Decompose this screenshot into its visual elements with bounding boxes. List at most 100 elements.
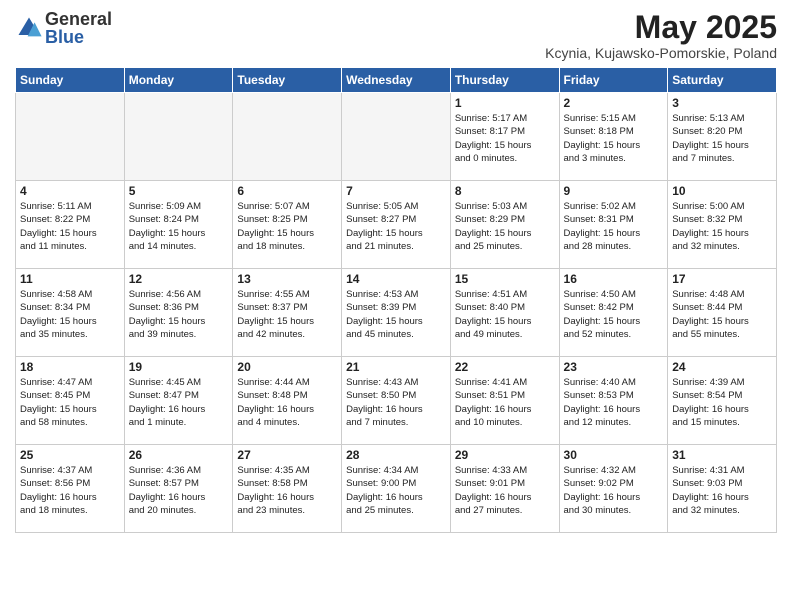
header-tuesday: Tuesday xyxy=(233,68,342,93)
day-number: 18 xyxy=(20,360,120,374)
day-number: 10 xyxy=(672,184,772,198)
day-number: 15 xyxy=(455,272,555,286)
week-row-3: 18 Sunrise: 4:47 AM Sunset: 8:45 PM Dayli… xyxy=(16,357,777,445)
calendar-cell: 21 Sunrise: 4:43 AM Sunset: 8:50 PM Dayli… xyxy=(342,357,451,445)
calendar-subtitle: Kcynia, Kujawsko-Pomorskie, Poland xyxy=(545,45,777,61)
day-number: 8 xyxy=(455,184,555,198)
day-info: Sunrise: 4:31 AM Sunset: 9:03 PM Dayligh… xyxy=(672,464,772,517)
day-info: Sunrise: 5:17 AM Sunset: 8:17 PM Dayligh… xyxy=(455,112,555,165)
day-info: Sunrise: 4:32 AM Sunset: 9:02 PM Dayligh… xyxy=(564,464,664,517)
day-number: 14 xyxy=(346,272,446,286)
day-info: Sunrise: 4:53 AM Sunset: 8:39 PM Dayligh… xyxy=(346,288,446,341)
logo-text: General Blue xyxy=(45,10,112,46)
day-info: Sunrise: 5:05 AM Sunset: 8:27 PM Dayligh… xyxy=(346,200,446,253)
logo-general-text: General xyxy=(45,10,112,28)
calendar-cell: 9 Sunrise: 5:02 AM Sunset: 8:31 PM Daylig… xyxy=(559,181,668,269)
header-sunday: Sunday xyxy=(16,68,125,93)
day-info: Sunrise: 4:34 AM Sunset: 9:00 PM Dayligh… xyxy=(346,464,446,517)
day-info: Sunrise: 4:41 AM Sunset: 8:51 PM Dayligh… xyxy=(455,376,555,429)
day-info: Sunrise: 4:58 AM Sunset: 8:34 PM Dayligh… xyxy=(20,288,120,341)
calendar-cell: 3 Sunrise: 5:13 AM Sunset: 8:20 PM Daylig… xyxy=(668,93,777,181)
day-number: 16 xyxy=(564,272,664,286)
calendar-cell: 20 Sunrise: 4:44 AM Sunset: 8:48 PM Dayli… xyxy=(233,357,342,445)
day-number: 23 xyxy=(564,360,664,374)
calendar-cell: 29Sunrise: 4:33 AM Sunset: 9:01 PM Dayli… xyxy=(450,445,559,533)
calendar-title: May 2025 xyxy=(545,10,777,45)
day-info: Sunrise: 5:13 AM Sunset: 8:20 PM Dayligh… xyxy=(672,112,772,165)
day-info: Sunrise: 5:09 AM Sunset: 8:24 PM Dayligh… xyxy=(129,200,229,253)
page: General Blue May 2025 Kcynia, Kujawsko-P… xyxy=(0,0,792,612)
calendar-cell: 22 Sunrise: 4:41 AM Sunset: 8:51 PM Dayli… xyxy=(450,357,559,445)
logo-icon xyxy=(15,14,43,42)
calendar-cell: 25 Sunrise: 4:37 AM Sunset: 8:56 PM Dayli… xyxy=(16,445,125,533)
day-info: Sunrise: 4:40 AM Sunset: 8:53 PM Dayligh… xyxy=(564,376,664,429)
day-number: 4 xyxy=(20,184,120,198)
day-number: 9 xyxy=(564,184,664,198)
day-number: 22 xyxy=(455,360,555,374)
day-info: Sunrise: 5:15 AM Sunset: 8:18 PM Dayligh… xyxy=(564,112,664,165)
day-number: 30 xyxy=(564,448,664,462)
week-row-1: 4 Sunrise: 5:11 AM Sunset: 8:22 PM Daylig… xyxy=(16,181,777,269)
day-number: 21 xyxy=(346,360,446,374)
calendar-cell: 1 Sunrise: 5:17 AM Sunset: 8:17 PM Daylig… xyxy=(450,93,559,181)
day-info: Sunrise: 4:43 AM Sunset: 8:50 PM Dayligh… xyxy=(346,376,446,429)
day-info: Sunrise: 4:47 AM Sunset: 8:45 PM Dayligh… xyxy=(20,376,120,429)
calendar-cell: 17Sunrise: 4:48 AM Sunset: 8:44 PM Dayli… xyxy=(668,269,777,357)
day-info: Sunrise: 5:11 AM Sunset: 8:22 PM Dayligh… xyxy=(20,200,120,253)
day-info: Sunrise: 4:36 AM Sunset: 8:57 PM Dayligh… xyxy=(129,464,229,517)
calendar-cell: 6Sunrise: 5:07 AM Sunset: 8:25 PM Daylig… xyxy=(233,181,342,269)
day-info: Sunrise: 4:44 AM Sunset: 8:48 PM Dayligh… xyxy=(237,376,337,429)
day-info: Sunrise: 5:02 AM Sunset: 8:31 PM Dayligh… xyxy=(564,200,664,253)
calendar-cell xyxy=(342,93,451,181)
header-row: Sunday Monday Tuesday Wednesday Thursday… xyxy=(16,68,777,93)
day-number: 29 xyxy=(455,448,555,462)
day-number: 24 xyxy=(672,360,772,374)
day-number: 3 xyxy=(672,96,772,110)
calendar-cell: 31Sunrise: 4:31 AM Sunset: 9:03 PM Dayli… xyxy=(668,445,777,533)
day-number: 20 xyxy=(237,360,337,374)
calendar-cell xyxy=(124,93,233,181)
header-friday: Friday xyxy=(559,68,668,93)
logo-blue-text: Blue xyxy=(45,28,112,46)
calendar-cell: 16 Sunrise: 4:50 AM Sunset: 8:42 PM Dayli… xyxy=(559,269,668,357)
calendar-cell: 8Sunrise: 5:03 AM Sunset: 8:29 PM Daylig… xyxy=(450,181,559,269)
day-info: Sunrise: 4:55 AM Sunset: 8:37 PM Dayligh… xyxy=(237,288,337,341)
header-thursday: Thursday xyxy=(450,68,559,93)
calendar-body: 1 Sunrise: 5:17 AM Sunset: 8:17 PM Daylig… xyxy=(16,93,777,533)
calendar-cell: 26 Sunrise: 4:36 AM Sunset: 8:57 PM Dayli… xyxy=(124,445,233,533)
calendar-cell: 15 Sunrise: 4:51 AM Sunset: 8:40 PM Dayli… xyxy=(450,269,559,357)
calendar-cell: 19Sunrise: 4:45 AM Sunset: 8:47 PM Dayli… xyxy=(124,357,233,445)
day-number: 1 xyxy=(455,96,555,110)
day-info: Sunrise: 4:51 AM Sunset: 8:40 PM Dayligh… xyxy=(455,288,555,341)
calendar-cell: 18 Sunrise: 4:47 AM Sunset: 8:45 PM Dayli… xyxy=(16,357,125,445)
day-info: Sunrise: 4:39 AM Sunset: 8:54 PM Dayligh… xyxy=(672,376,772,429)
calendar-cell: 23 Sunrise: 4:40 AM Sunset: 8:53 PM Dayli… xyxy=(559,357,668,445)
calendar-cell: 28Sunrise: 4:34 AM Sunset: 9:00 PM Dayli… xyxy=(342,445,451,533)
calendar-header: Sunday Monday Tuesday Wednesday Thursday… xyxy=(16,68,777,93)
day-number: 13 xyxy=(237,272,337,286)
day-info: Sunrise: 5:00 AM Sunset: 8:32 PM Dayligh… xyxy=(672,200,772,253)
calendar-cell xyxy=(16,93,125,181)
calendar-cell: 27Sunrise: 4:35 AM Sunset: 8:58 PM Dayli… xyxy=(233,445,342,533)
calendar-cell: 5Sunrise: 5:09 AM Sunset: 8:24 PM Daylig… xyxy=(124,181,233,269)
calendar-cell: 12 Sunrise: 4:56 AM Sunset: 8:36 PM Dayli… xyxy=(124,269,233,357)
day-number: 12 xyxy=(129,272,229,286)
day-number: 26 xyxy=(129,448,229,462)
logo: General Blue xyxy=(15,10,112,46)
week-row-4: 25 Sunrise: 4:37 AM Sunset: 8:56 PM Dayli… xyxy=(16,445,777,533)
day-info: Sunrise: 4:48 AM Sunset: 8:44 PM Dayligh… xyxy=(672,288,772,341)
header-monday: Monday xyxy=(124,68,233,93)
week-row-2: 11 Sunrise: 4:58 AM Sunset: 8:34 PM Dayli… xyxy=(16,269,777,357)
day-info: Sunrise: 4:35 AM Sunset: 8:58 PM Dayligh… xyxy=(237,464,337,517)
header-wednesday: Wednesday xyxy=(342,68,451,93)
day-number: 7 xyxy=(346,184,446,198)
calendar-cell: 13 Sunrise: 4:55 AM Sunset: 8:37 PM Dayli… xyxy=(233,269,342,357)
day-number: 11 xyxy=(20,272,120,286)
day-info: Sunrise: 4:50 AM Sunset: 8:42 PM Dayligh… xyxy=(564,288,664,341)
day-info: Sunrise: 4:37 AM Sunset: 8:56 PM Dayligh… xyxy=(20,464,120,517)
day-info: Sunrise: 4:45 AM Sunset: 8:47 PM Dayligh… xyxy=(129,376,229,429)
day-number: 25 xyxy=(20,448,120,462)
calendar-cell: 4 Sunrise: 5:11 AM Sunset: 8:22 PM Daylig… xyxy=(16,181,125,269)
day-info: Sunrise: 4:56 AM Sunset: 8:36 PM Dayligh… xyxy=(129,288,229,341)
header: General Blue May 2025 Kcynia, Kujawsko-P… xyxy=(15,10,777,61)
